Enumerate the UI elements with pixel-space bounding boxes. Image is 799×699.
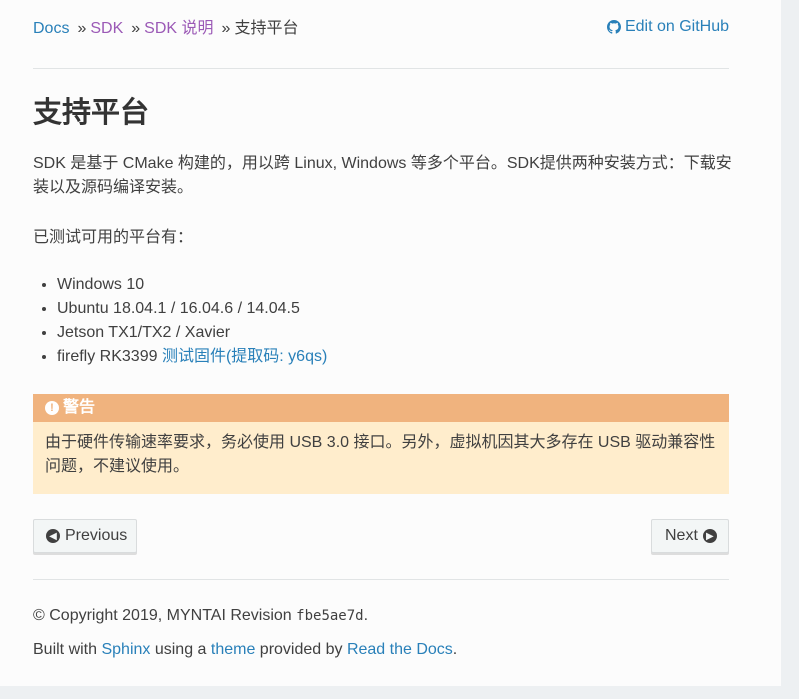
- built-with-period: .: [452, 641, 458, 658]
- platform-list: Windows 10 Ubuntu 18.04.1 / 16.04.6 / 14…: [33, 273, 327, 369]
- previous-label: Previous: [65, 527, 128, 544]
- revision-hash: fbe5ae7d: [296, 608, 364, 624]
- provided-by-text: provided by: [255, 641, 347, 658]
- breadcrumb-separator: »: [131, 20, 141, 37]
- warning-title: ! 警告: [33, 394, 729, 422]
- copyright-text: © Copyright 2019, MYNTAI Revision: [33, 607, 297, 624]
- warning-body: 由于硬件传输速率要求，务必使用 USB 3.0 接口。另外，虚拟机因其大多存在 …: [45, 434, 716, 475]
- breadcrumb-separator: »: [221, 20, 231, 37]
- built-with-text: Built with: [33, 641, 102, 658]
- breadcrumb-sdk-guide[interactable]: SDK 说明: [144, 20, 213, 37]
- next-label: Next: [665, 527, 698, 544]
- platform-label: firefly RK3399: [57, 348, 158, 365]
- copyright-period: .: [363, 607, 369, 624]
- edit-on-github-link[interactable]: Edit on GitHub: [606, 14, 729, 40]
- sphinx-link[interactable]: Sphinx: [101, 641, 150, 658]
- exclamation-circle-icon: !: [45, 401, 59, 415]
- breadcrumb: Docs» SDK» SDK 说明» 支持平台 Edit on GitHub: [33, 16, 729, 42]
- previous-button[interactable]: ◀ Previous: [33, 519, 137, 553]
- arrow-circle-right-icon: ▶: [702, 529, 717, 543]
- list-item: firefly RK3399 测试固件(提取码: y6qs): [57, 345, 327, 369]
- breadcrumb-separator: »: [77, 20, 87, 37]
- firmware-download-link[interactable]: 测试固件(提取码: y6qs): [162, 348, 327, 365]
- footer-divider: [33, 579, 729, 580]
- main-content: Docs» SDK» SDK 说明» 支持平台 Edit on GitHub 支持平台…: [0, 0, 781, 686]
- edit-on-github-label: Edit on GitHub: [624, 18, 729, 35]
- read-the-docs-link[interactable]: Read the Docs: [347, 641, 453, 658]
- using-a-text: using a: [150, 641, 211, 658]
- theme-link[interactable]: theme: [211, 641, 255, 658]
- built-with-line: Built with Sphinx using a theme provided…: [33, 638, 457, 662]
- breadcrumb-sdk[interactable]: SDK: [90, 20, 123, 37]
- header-divider: [33, 68, 729, 69]
- list-item: Jetson TX1/TX2 / Xavier: [57, 321, 327, 345]
- tested-platforms-label: 已测试可用的平台有：: [33, 229, 194, 246]
- list-item: Ubuntu 18.04.1 / 16.04.6 / 14.04.5: [57, 297, 327, 321]
- page-title: 支持平台: [33, 97, 150, 129]
- github-icon: [606, 20, 621, 34]
- list-item: Windows 10: [57, 273, 327, 297]
- warning-admonition: ! 警告 由于硬件传输速率要求，务必使用 USB 3.0 接口。另外，虚拟机因其…: [33, 394, 729, 494]
- breadcrumb-docs[interactable]: Docs: [33, 20, 69, 37]
- intro-paragraph: SDK 是基于 CMake 构建的，用以跨 Linux, Windows 等多个…: [33, 155, 732, 196]
- warning-title-label: 警告: [63, 399, 96, 416]
- breadcrumb-current: 支持平台: [234, 20, 299, 37]
- copyright-line: © Copyright 2019, MYNTAI Revision fbe5ae…: [33, 604, 368, 628]
- next-button[interactable]: Next ▶: [651, 519, 729, 553]
- page-bottom-strip: [0, 686, 799, 699]
- arrow-circle-left-icon: ◀: [46, 529, 60, 543]
